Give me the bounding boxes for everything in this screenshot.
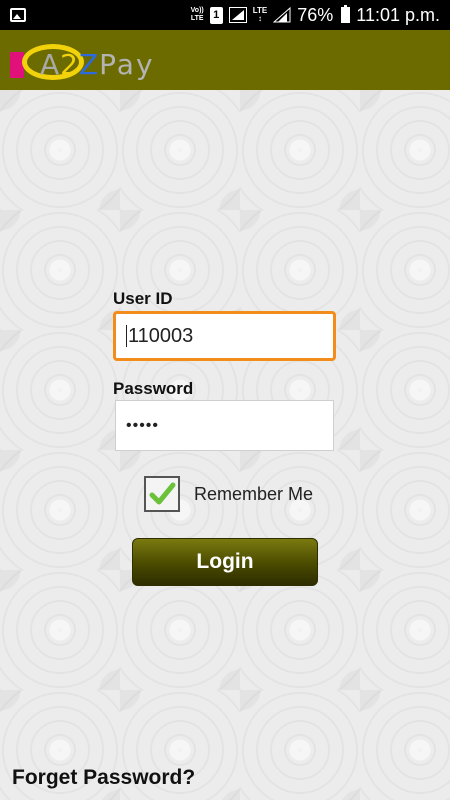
text-cursor [126,325,127,347]
battery-icon [341,5,351,23]
password-input[interactable]: ••••• [115,400,334,451]
user-id-value: 110003 [128,324,194,347]
signal-icon-2 [273,7,291,23]
status-bar: Vo)) LTE 1 LTE ↕ 76% 11:01 p.m. [0,0,450,30]
logo-letter-a: A [40,48,61,81]
logo-word-pay: Pay [99,48,155,81]
logo-letter-2: 2 [60,48,79,81]
lte-label: LTE [252,6,268,15]
forget-password-link[interactable]: Forget Password? [12,766,195,790]
user-id-label: User ID [113,289,173,308]
logo-text: A2ZPay [40,48,155,81]
sim-1-icon: 1 [209,6,223,24]
clock: 11:01 p.m. [356,4,440,25]
password-value: ••••• [126,416,160,434]
a2zpay-logo: A2ZPay [10,38,220,82]
volte-icon: Vo)) LTE [190,7,204,22]
lte-icon: LTE ↕ [252,6,268,23]
remember-me-checkbox[interactable] [144,476,180,512]
status-bar-left [10,8,26,22]
remember-me-label[interactable]: Remember Me [194,484,313,505]
user-id-input[interactable]: 110003 [113,311,336,361]
password-label: Password [113,379,194,398]
app-header: A2ZPay [0,30,450,90]
signal-icon [228,7,247,23]
logo-letter-z: Z [78,48,100,81]
gallery-notification-icon [10,8,26,22]
login-button[interactable]: Login [132,538,318,586]
battery-percent: 76% [297,4,334,25]
status-bar-right: Vo)) LTE 1 LTE ↕ 76% 11:01 p.m. [191,5,440,26]
checkmark-icon [149,482,176,505]
